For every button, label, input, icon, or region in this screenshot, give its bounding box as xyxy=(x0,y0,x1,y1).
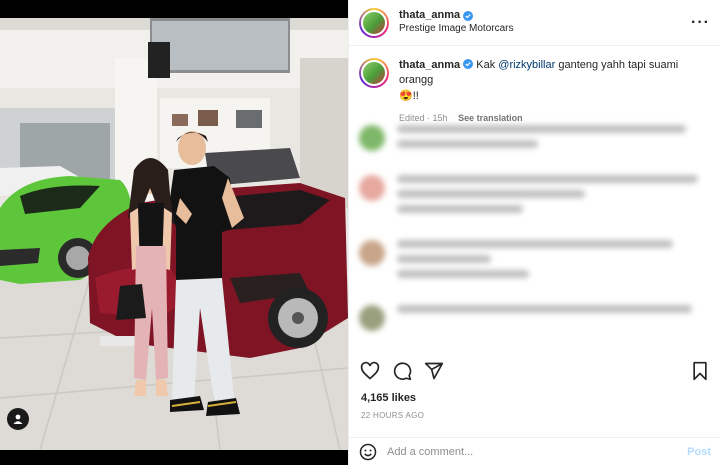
heart-icon[interactable] xyxy=(359,360,381,382)
caption-avatar[interactable] xyxy=(359,58,389,88)
showroom-photo xyxy=(0,18,348,450)
action-bar xyxy=(349,356,720,386)
author-name-row: thata_anma xyxy=(399,9,514,23)
user-tag-icon[interactable] xyxy=(7,408,29,430)
post-media xyxy=(0,0,348,465)
smiley-icon[interactable] xyxy=(359,443,377,461)
verified-badge-icon xyxy=(463,11,474,22)
post-header: thata_anma Prestige Image Motorcars ··· xyxy=(349,0,720,46)
blurred-comment xyxy=(349,295,720,341)
blurred-comment xyxy=(349,230,720,295)
post-sidebar: thata_anma Prestige Image Motorcars ··· … xyxy=(348,0,720,465)
blurred-comments xyxy=(349,115,720,355)
caption-username[interactable]: thata_anma xyxy=(399,59,460,71)
bookmark-icon[interactable] xyxy=(689,360,711,382)
comment-icon[interactable] xyxy=(391,360,413,382)
instagram-post: thata_anma Prestige Image Motorcars ··· … xyxy=(0,0,720,465)
caption-verified-icon xyxy=(463,59,474,69)
caption-comment: thata_anma Kak @rizkybillar ganteng yahh… xyxy=(349,46,720,125)
location-link[interactable]: Prestige Image Motorcars xyxy=(399,23,514,36)
post-photo[interactable] xyxy=(0,18,348,450)
author-info: thata_anma Prestige Image Motorcars xyxy=(399,9,514,35)
more-options-icon[interactable]: ··· xyxy=(691,14,710,32)
post-timestamp: 22 HOURS AGO xyxy=(361,411,425,420)
caption-mention[interactable]: @rizkybillar xyxy=(498,59,555,71)
caption-emoji: 😍!! xyxy=(399,89,419,102)
likes-count[interactable]: 4,165 likes xyxy=(361,392,416,404)
send-icon[interactable] xyxy=(423,360,445,382)
comment-input[interactable] xyxy=(387,445,688,458)
add-comment-bar: Post xyxy=(349,437,720,465)
caption-prefix: Kak xyxy=(476,59,499,71)
blurred-comment xyxy=(349,115,720,165)
blurred-comment xyxy=(349,165,720,230)
author-username[interactable]: thata_anma xyxy=(399,9,460,23)
post-button[interactable]: Post xyxy=(687,446,711,458)
author-avatar[interactable] xyxy=(359,7,389,38)
caption-text: thata_anma Kak @rizkybillar ganteng yahh… xyxy=(399,58,710,104)
